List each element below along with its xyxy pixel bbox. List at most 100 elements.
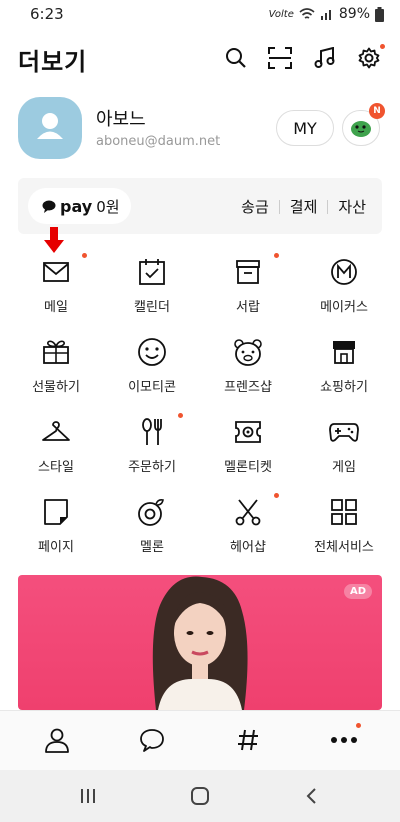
header: 더보기 xyxy=(0,38,400,78)
pay-links: 송금 결제 자산 xyxy=(241,196,366,217)
service-label: 스타일 xyxy=(38,460,74,475)
friends-shop-icon xyxy=(234,339,262,366)
service-style[interactable]: 스타일 xyxy=(8,404,104,484)
divider xyxy=(327,199,329,214)
service-label: 전체서비스 xyxy=(314,540,374,555)
pay-logo: pay xyxy=(60,196,93,216)
service-hairshop[interactable]: 헤어샵 xyxy=(200,484,296,564)
pay-balance-button[interactable]: pay 0원 xyxy=(28,188,131,224)
fork-spoon-icon xyxy=(142,418,162,445)
service-label: 이모티콘 xyxy=(128,380,176,395)
service-grid: 메일 캘린더 서랍 메이커스 선물하기 이모티콘 프렌즈샵 쇼핑하기 스타일 주… xyxy=(8,244,392,564)
service-all[interactable]: 전체서비스 xyxy=(296,484,392,564)
service-friends-shop[interactable]: 프렌즈샵 xyxy=(200,324,296,404)
ad-banner[interactable]: AD xyxy=(18,575,382,710)
my-button[interactable]: MY xyxy=(276,110,334,146)
service-label: 페이지 xyxy=(38,540,74,555)
pay-bar: pay 0원 송금 결제 자산 xyxy=(18,178,382,234)
bottom-tab-bar xyxy=(0,710,400,770)
service-calendar[interactable]: 캘린더 xyxy=(104,244,200,324)
gear-icon xyxy=(358,47,380,69)
service-melon-ticket[interactable]: 멜론티켓 xyxy=(200,404,296,484)
service-row: 스타일 주문하기 멜론티켓 게임 xyxy=(8,404,392,484)
service-mail[interactable]: 메일 xyxy=(8,244,104,324)
notification-dot xyxy=(274,493,279,498)
emoticon-icon xyxy=(138,338,166,366)
recent-apps-icon xyxy=(81,789,95,803)
notification-dot xyxy=(178,413,183,418)
status-icons: Volte 89% xyxy=(269,6,384,22)
battery-percent: 89% xyxy=(338,6,370,22)
scissors-icon xyxy=(235,499,261,526)
home-button[interactable] xyxy=(187,784,213,808)
back-button[interactable] xyxy=(298,784,324,808)
battery-icon xyxy=(375,6,384,22)
scan-button[interactable] xyxy=(266,44,294,72)
service-page[interactable]: 페이지 xyxy=(8,484,104,564)
green-character-icon xyxy=(351,121,371,137)
hashtag-icon xyxy=(238,729,258,751)
person-icon xyxy=(45,728,69,753)
service-row: 메일 캘린더 서랍 메이커스 xyxy=(8,244,392,324)
service-row: 페이지 멜론 헤어샵 전체서비스 xyxy=(8,484,392,564)
pay-link-transfer[interactable]: 송금 xyxy=(241,196,269,217)
service-gift[interactable]: 선물하기 xyxy=(8,324,104,404)
service-row: 선물하기 이모티콘 프렌즈샵 쇼핑하기 xyxy=(8,324,392,404)
service-game[interactable]: 게임 xyxy=(296,404,392,484)
service-label: 주문하기 xyxy=(128,460,176,475)
divider xyxy=(278,199,280,214)
service-label: 서랍 xyxy=(236,300,260,315)
wifi-icon xyxy=(299,8,315,19)
page-title: 더보기 xyxy=(18,48,88,76)
search-button[interactable] xyxy=(222,44,250,72)
system-nav-bar xyxy=(0,770,400,822)
mail-icon xyxy=(43,262,69,282)
notification-dot xyxy=(82,253,87,258)
search-icon xyxy=(226,48,246,68)
recent-apps-button[interactable] xyxy=(75,784,101,808)
status-time: 6:23 xyxy=(30,5,64,23)
service-drawer[interactable]: 서랍 xyxy=(200,244,296,324)
profile-name[interactable]: 아보느 xyxy=(96,105,146,131)
tab-sharp[interactable] xyxy=(233,725,263,755)
service-label: 멜론티켓 xyxy=(224,460,272,475)
service-order[interactable]: 주문하기 xyxy=(104,404,200,484)
back-icon xyxy=(306,788,316,804)
ticket-icon xyxy=(235,421,261,443)
service-makers[interactable]: 메이커스 xyxy=(296,244,392,324)
ad-model-image xyxy=(152,576,248,710)
speech-bubble-icon xyxy=(42,200,56,213)
service-label: 헤어샵 xyxy=(230,540,266,555)
settings-notification-dot xyxy=(380,44,385,49)
profile-section: 아보느 aboneu@daum.net MY N xyxy=(18,97,385,161)
tab-more[interactable] xyxy=(329,723,361,755)
service-label: 프렌즈샵 xyxy=(224,380,272,395)
tab-friends[interactable] xyxy=(42,725,72,755)
notification-dot xyxy=(274,253,279,258)
service-label: 캘린더 xyxy=(134,300,170,315)
avatar[interactable] xyxy=(18,97,82,159)
notification-dot xyxy=(356,723,361,728)
emoticon-store-button[interactable]: N xyxy=(342,103,385,146)
gamepad-icon xyxy=(329,423,359,442)
pay-amount: 0원 xyxy=(96,197,120,216)
service-label: 선물하기 xyxy=(32,380,80,395)
service-label: 쇼핑하기 xyxy=(320,380,368,395)
tab-chats[interactable] xyxy=(137,725,167,755)
music-button[interactable] xyxy=(311,44,339,72)
more-dots-icon xyxy=(331,737,357,743)
service-shopping[interactable]: 쇼핑하기 xyxy=(296,324,392,404)
service-emoticon[interactable]: 이모티콘 xyxy=(104,324,200,404)
all-services-icon xyxy=(331,499,357,525)
gift-icon xyxy=(43,340,69,364)
home-icon xyxy=(191,787,209,805)
pay-link-payment[interactable]: 결제 xyxy=(290,196,318,217)
music-icon xyxy=(314,47,335,68)
pay-link-assets[interactable]: 자산 xyxy=(338,196,366,217)
signal-icon xyxy=(320,10,331,20)
profile-email: aboneu@daum.net xyxy=(96,134,221,149)
hanger-icon xyxy=(42,421,70,441)
service-melon[interactable]: 멜론 xyxy=(104,484,200,564)
settings-button[interactable] xyxy=(355,44,385,72)
service-label: 멜론 xyxy=(140,540,164,555)
